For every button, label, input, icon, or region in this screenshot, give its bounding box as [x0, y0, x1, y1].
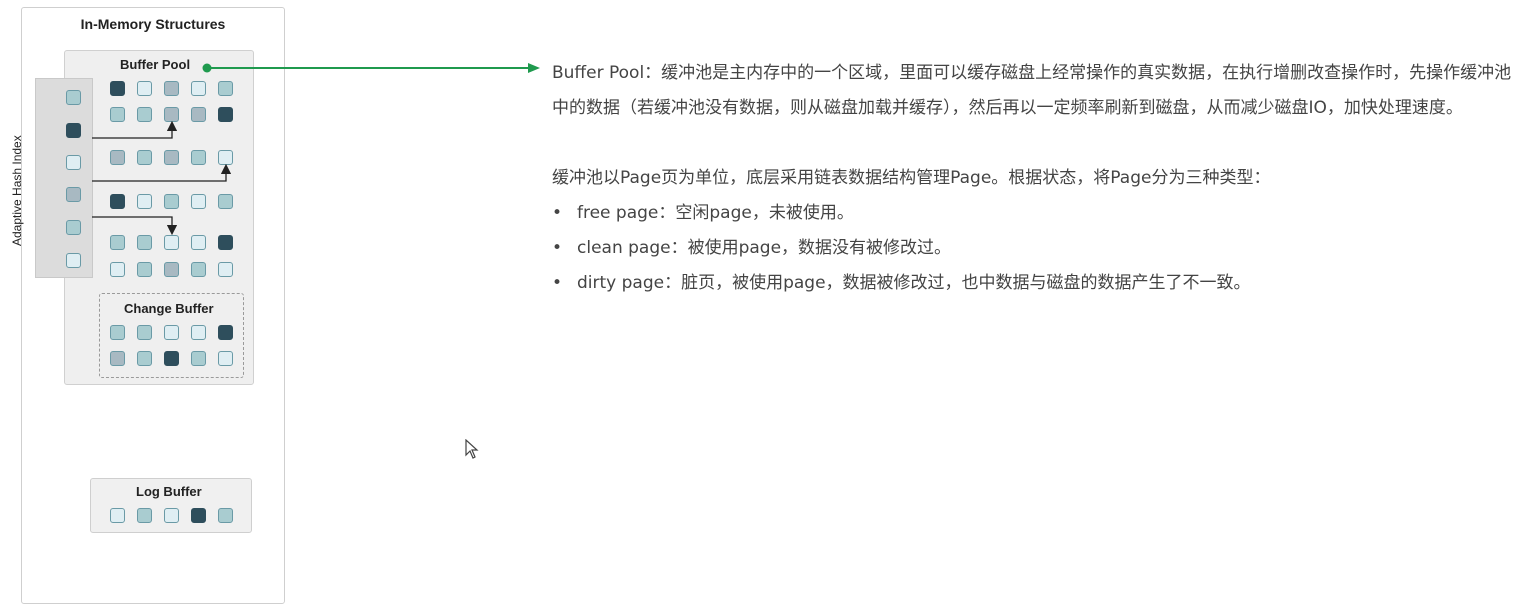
page-type-item: • free page：空闲page，未被使用。: [552, 196, 1522, 231]
buffer-pool-pointer-dot: [202, 63, 212, 73]
hash-link-3: [92, 216, 178, 236]
bullet-mark: •: [552, 273, 563, 293]
buffer-pool-description: Buffer Pool：缓冲池是主内存中的一个区域，里面可以缓存磁盘上经常操作的…: [552, 56, 1522, 301]
page-type-text: free page：空闲page，未被使用。: [577, 203, 854, 223]
mouse-pointer-icon: [465, 439, 479, 459]
page-type-text: clean page：被使用page，数据没有被修改过。: [577, 238, 952, 258]
buffer-pool-pointer-arrowhead: [528, 63, 540, 73]
description-paragraph: Buffer Pool：缓冲池是主内存中的一个区域，里面可以缓存磁盘上经常操作的…: [552, 63, 1512, 118]
page-types-intro: 缓冲池以Page页为单位，底层采用链表数据结构管理Page。根据状态，将Page…: [552, 168, 1271, 188]
page-type-text: dirty page：脏页，被使用page，数据被修改过，也中数据与磁盘的数据产…: [577, 273, 1251, 293]
hash-link-2: [92, 163, 232, 182]
hash-link-1: [92, 120, 178, 139]
bullet-mark: •: [552, 203, 563, 223]
page-type-item: • clean page：被使用page，数据没有被修改过。: [552, 231, 1522, 266]
page-type-item: • dirty page：脏页，被使用page，数据被修改过，也中数据与磁盘的数据…: [552, 266, 1522, 301]
bullet-mark: •: [552, 238, 563, 258]
